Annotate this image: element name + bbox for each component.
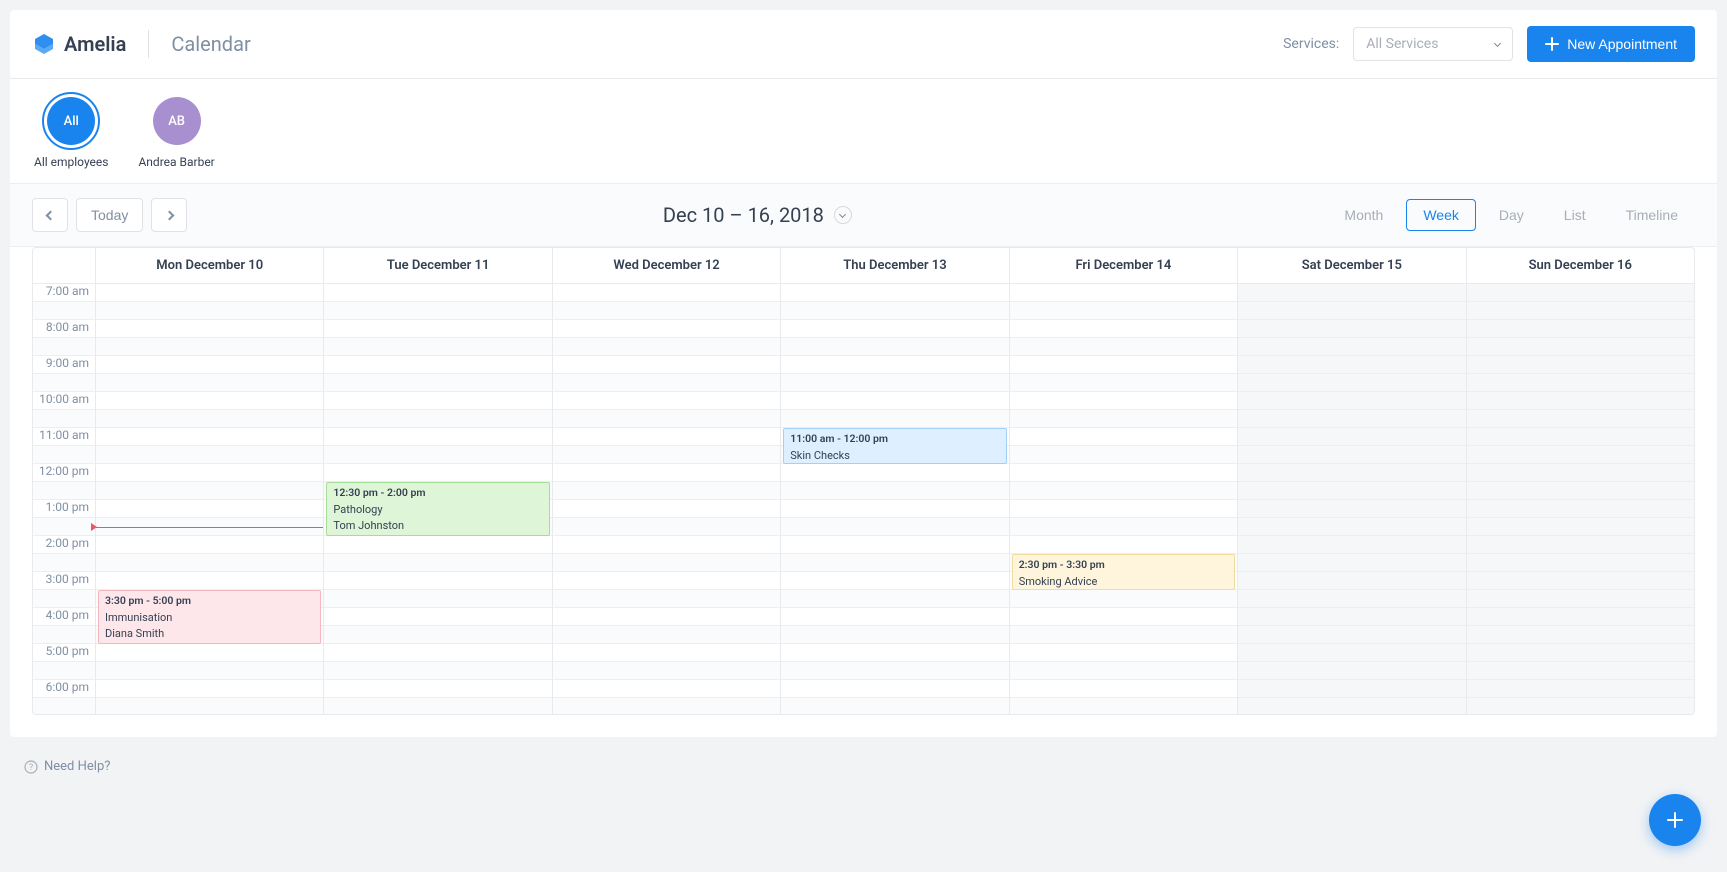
event-time: 11:00 am - 12:00 pm	[790, 432, 999, 447]
time-label: 6:00 pm	[33, 680, 95, 698]
employee-avatar: All	[47, 97, 95, 145]
time-label: 8:00 am	[33, 320, 95, 338]
event-title: Smoking Advice	[1019, 574, 1228, 589]
day-column-5[interactable]	[1237, 284, 1465, 714]
day-header: Wed December 12	[552, 248, 780, 283]
brand-logo[interactable]: Amelia	[32, 32, 126, 56]
time-label: 1:00 pm	[33, 500, 95, 518]
svg-text:?: ?	[29, 763, 33, 773]
day-column-6[interactable]	[1466, 284, 1694, 714]
fab-add-button[interactable]	[1649, 794, 1701, 846]
services-label: Services:	[1283, 36, 1339, 52]
calendar-event[interactable]: 11:00 am - 12:00 pmSkin Checks	[783, 428, 1006, 464]
chevron-right-icon	[164, 210, 174, 220]
header-divider	[148, 30, 149, 58]
employee-label: Andrea Barber	[138, 155, 214, 169]
date-picker-toggle[interactable]	[834, 206, 852, 224]
event-time: 3:30 pm - 5:00 pm	[105, 594, 314, 609]
view-tab-day[interactable]: Day	[1482, 199, 1541, 231]
calendar-toolbar: Today Dec 10 – 16, 2018 MonthWeekDayList…	[10, 183, 1717, 247]
services-placeholder: All Services	[1366, 36, 1438, 52]
view-tab-timeline[interactable]: Timeline	[1609, 199, 1695, 231]
date-range: Dec 10 – 16, 2018	[663, 203, 852, 227]
employee-filter-0[interactable]: All All employees	[34, 97, 108, 169]
today-button[interactable]: Today	[76, 198, 143, 232]
chevron-down-icon	[1494, 39, 1501, 46]
header: Amelia Calendar Services: All Services N…	[10, 10, 1717, 79]
day-header: Mon December 10	[95, 248, 323, 283]
time-label: 7:00 am	[33, 284, 95, 302]
next-button[interactable]	[151, 198, 187, 232]
event-person: Diana Smith	[105, 626, 314, 641]
calendar-event[interactable]: 12:30 pm - 2:00 pmPathologyTom Johnston	[326, 482, 549, 536]
now-indicator	[96, 527, 323, 528]
employee-label: All employees	[34, 155, 108, 169]
prev-button[interactable]	[32, 198, 68, 232]
new-appointment-button[interactable]: New Appointment	[1527, 26, 1695, 62]
time-label: 11:00 am	[33, 428, 95, 446]
event-person: Tom Johnston	[333, 518, 542, 533]
event-title: Pathology	[333, 502, 542, 517]
help-icon: ?	[24, 760, 38, 774]
time-label: 12:00 pm	[33, 464, 95, 482]
time-gutter-header	[33, 248, 95, 283]
day-column-1[interactable]: 12:30 pm - 2:00 pmPathologyTom Johnston	[323, 284, 551, 714]
time-label: 3:00 pm	[33, 572, 95, 590]
view-tab-week[interactable]: Week	[1406, 199, 1476, 231]
day-column-2[interactable]	[552, 284, 780, 714]
event-title: Skin Checks	[790, 448, 999, 463]
time-label: 5:00 pm	[33, 644, 95, 662]
brand-name: Amelia	[64, 32, 126, 56]
view-tab-list[interactable]: List	[1547, 199, 1603, 231]
footer: ? Need Help?	[0, 747, 1727, 786]
view-tab-month[interactable]: Month	[1327, 199, 1400, 231]
day-column-3[interactable]: 11:00 am - 12:00 pmSkin Checks	[780, 284, 1008, 714]
time-label: 9:00 am	[33, 356, 95, 374]
day-header: Sat December 15	[1237, 248, 1465, 283]
day-header: Sun December 16	[1466, 248, 1694, 283]
chevron-left-icon	[45, 210, 55, 220]
plus-icon	[1665, 810, 1685, 830]
calendar-grid: Mon December 10Tue December 11Wed Decemb…	[32, 247, 1695, 715]
time-label: 10:00 am	[33, 392, 95, 410]
time-label: 2:00 pm	[33, 536, 95, 554]
calendar-event[interactable]: 2:30 pm - 3:30 pmSmoking Advice	[1012, 554, 1235, 590]
caret-down-icon	[839, 210, 846, 217]
event-title: Immunisation	[105, 610, 314, 625]
day-header: Fri December 14	[1009, 248, 1237, 283]
day-header: Thu December 13	[780, 248, 1008, 283]
time-column: 7:00 am 8:00 am 9:00 am 10:00 am 11:00 am 12:…	[33, 284, 95, 714]
page-title: Calendar	[171, 32, 250, 56]
footer-help-link[interactable]: Need Help?	[44, 759, 110, 774]
employee-avatar: AB	[153, 97, 201, 145]
day-header: Tue December 11	[323, 248, 551, 283]
services-select[interactable]: All Services	[1353, 27, 1513, 61]
employee-filter-1[interactable]: AB Andrea Barber	[138, 97, 214, 169]
employees-row: All All employees AB Andrea Barber	[10, 79, 1717, 183]
event-time: 2:30 pm - 3:30 pm	[1019, 558, 1228, 573]
time-label: 4:00 pm	[33, 608, 95, 626]
calendar-event[interactable]: 3:30 pm - 5:00 pmImmunisationDiana Smith	[98, 590, 321, 644]
day-column-4[interactable]: 2:30 pm - 3:30 pmSmoking Advice	[1009, 284, 1237, 714]
event-time: 12:30 pm - 2:00 pm	[333, 486, 542, 501]
amelia-logo-icon	[32, 32, 56, 56]
day-column-0[interactable]: 3:30 pm - 5:00 pmImmunisationDiana Smith	[95, 284, 323, 714]
plus-icon	[1545, 37, 1559, 51]
view-tabs: MonthWeekDayListTimeline	[1327, 199, 1695, 231]
